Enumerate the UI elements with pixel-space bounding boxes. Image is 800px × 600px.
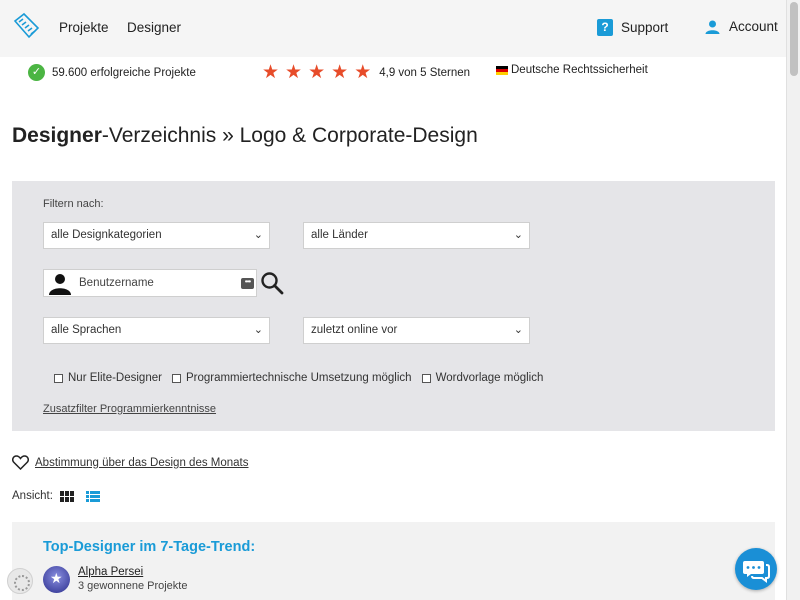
programming-checkbox[interactable]: Programmiertechnische Umsetzung möglich <box>171 372 412 384</box>
extra-filter-link[interactable]: Zusatzfilter Programmierkenntnisse <box>43 403 216 415</box>
projects-count: 59.600 erfolgreiche Projekte <box>52 66 196 79</box>
username-input[interactable]: Benutzername ••• <box>43 269 257 297</box>
category-select[interactable]: alle Designkategorien ⌄ <box>43 222 270 249</box>
checkbox-box[interactable] <box>54 373 63 383</box>
view-toggle: Ansicht: <box>12 490 100 502</box>
account-label: Account <box>729 19 778 34</box>
trust-rating: ★ ★ ★ ★ ★ 4,9 von 5 Sternen <box>262 62 471 83</box>
rating-stars: ★ ★ ★ ★ ★ <box>262 62 372 83</box>
designer-meta: 3 gewonnene Projekte <box>78 580 188 592</box>
language-select[interactable]: alle Sprachen ⌄ <box>43 317 270 344</box>
person-icon <box>705 20 720 34</box>
online-select[interactable]: zuletzt online vor ⌄ <box>303 317 530 344</box>
view-label: Ansicht: <box>12 490 53 502</box>
heart-icon <box>12 455 29 470</box>
trend-title: Top-Designer im 7-Tage-Trend: <box>43 539 256 555</box>
star-icon: ★ <box>308 62 326 83</box>
trust-projects: ✓ 59.600 erfolgreiche Projekte <box>28 64 196 81</box>
page-scrollbar[interactable] <box>786 0 800 600</box>
word-checkbox-label: Wordvorlage möglich <box>435 372 544 384</box>
legal-text: Deutsche Rechtssicherheit <box>511 64 648 76</box>
support-link[interactable]: ? Support <box>597 19 668 36</box>
nav-projekte[interactable]: Projekte <box>59 20 109 35</box>
checkbox-box[interactable] <box>421 373 431 383</box>
chevron-down-icon: ⌄ <box>513 324 523 336</box>
list-view-icon[interactable] <box>85 490 100 502</box>
top-header: Projekte Designer ? Support Account <box>0 0 786 57</box>
scrollbar-thumb[interactable] <box>790 2 798 76</box>
chevron-down-icon: ⌄ <box>253 229 263 241</box>
grid-view-icon[interactable] <box>59 490 74 502</box>
country-select[interactable]: alle Länder ⌄ <box>303 222 530 249</box>
username-placeholder: Benutzername <box>79 277 154 289</box>
star-icon: ★ <box>354 62 372 83</box>
category-select-value: alle Designkategorien <box>51 229 162 241</box>
german-flag-icon <box>496 65 508 75</box>
language-select-value: alle Sprachen <box>51 324 122 336</box>
word-checkbox[interactable]: Wordvorlage möglich <box>421 372 544 384</box>
password-manager-icon[interactable]: ••• <box>241 278 254 289</box>
account-link[interactable]: Account <box>705 19 778 34</box>
country-select-value: alle Länder <box>311 229 368 241</box>
avatar[interactable]: ★ <box>43 566 70 593</box>
fingerprint-badge-icon[interactable] <box>7 568 33 594</box>
trust-legal: Deutsche Rechtssicherheit <box>496 64 648 76</box>
rating-text: 4,9 von 5 Sternen <box>379 66 471 79</box>
page-title-rest: -Verzeichnis » Logo & Corporate-Design <box>101 124 478 147</box>
vote-link-label: Abstimmung über das Design des Monats <box>35 456 249 469</box>
filter-panel: Filtern nach: alle Designkategorien ⌄ al… <box>12 181 775 431</box>
filter-checkboxes: Nur Elite-Designer Programmiertechnische… <box>54 372 553 384</box>
support-label: Support <box>621 20 669 35</box>
help-icon: ? <box>597 19 613 36</box>
chevron-down-icon: ⌄ <box>253 324 263 336</box>
page-title-bold: Designer <box>12 124 102 147</box>
nav-designer[interactable]: Designer <box>127 20 181 35</box>
star-icon: ★ <box>262 62 280 83</box>
star-icon: ★ <box>50 570 63 586</box>
page-title: Designer-Verzeichnis » Logo & Corporate-… <box>12 124 478 148</box>
elite-checkbox[interactable]: Nur Elite-Designer <box>54 372 162 384</box>
star-icon: ★ <box>331 62 349 83</box>
chat-button[interactable] <box>735 548 777 590</box>
vote-link[interactable]: Abstimmung über das Design des Monats <box>12 455 249 470</box>
filter-label: Filtern nach: <box>43 198 104 210</box>
checkmark-icon: ✓ <box>28 64 45 81</box>
search-icon[interactable] <box>260 271 284 295</box>
elite-checkbox-label: Nur Elite-Designer <box>68 372 162 384</box>
programming-checkbox-label: Programmiertechnische Umsetzung möglich <box>185 372 412 384</box>
online-select-value: zuletzt online vor <box>311 324 398 336</box>
star-icon: ★ <box>285 62 303 83</box>
site-logo-icon[interactable] <box>12 12 40 40</box>
designer-name-link[interactable]: Alpha Persei <box>78 566 143 578</box>
chevron-down-icon: ⌄ <box>513 229 523 241</box>
checkbox-box[interactable] <box>171 373 181 383</box>
user-icon <box>49 274 71 295</box>
trend-section: Top-Designer im 7-Tage-Trend: ★ Alpha Pe… <box>12 522 775 600</box>
chat-bubble-icon <box>743 561 770 583</box>
